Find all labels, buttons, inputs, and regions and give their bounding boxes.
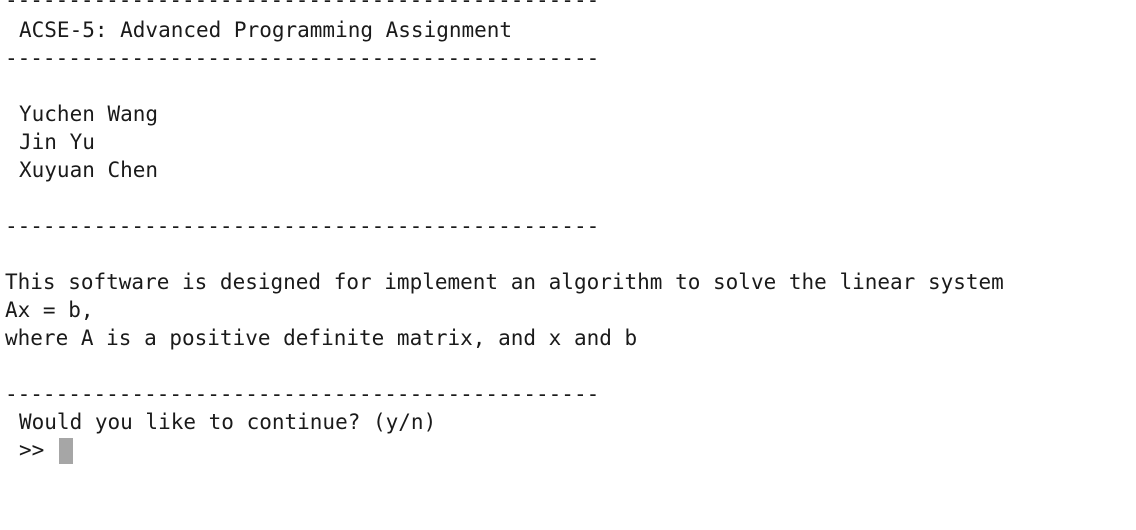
separator-after-authors: ----------------------------------------…: [5, 214, 600, 238]
prompt-symbol: >>: [19, 438, 57, 462]
description-line: This software is designed for implement …: [5, 270, 1004, 294]
separator-after-title: ----------------------------------------…: [5, 46, 600, 70]
author-name: Jin Yu: [19, 130, 95, 154]
text-cursor[interactable]: [58, 438, 73, 464]
separator-before-question: ----------------------------------------…: [5, 382, 600, 406]
separator-top: ----------------------------------------…: [5, 0, 600, 12]
author-name: Yuchen Wang: [19, 102, 159, 126]
terminal-window[interactable]: ----------------------------------------…: [0, 0, 1136, 530]
description-line: where A is a positive definite matrix, a…: [5, 326, 638, 350]
description-line: Ax = b,: [5, 298, 94, 322]
input-prompt[interactable]: >>: [19, 436, 73, 464]
author-name: Xuyuan Chen: [19, 158, 159, 182]
continue-question: Would you like to continue? (y/n): [19, 410, 437, 434]
program-title: ACSE-5: Advanced Programming Assignment: [19, 18, 513, 42]
